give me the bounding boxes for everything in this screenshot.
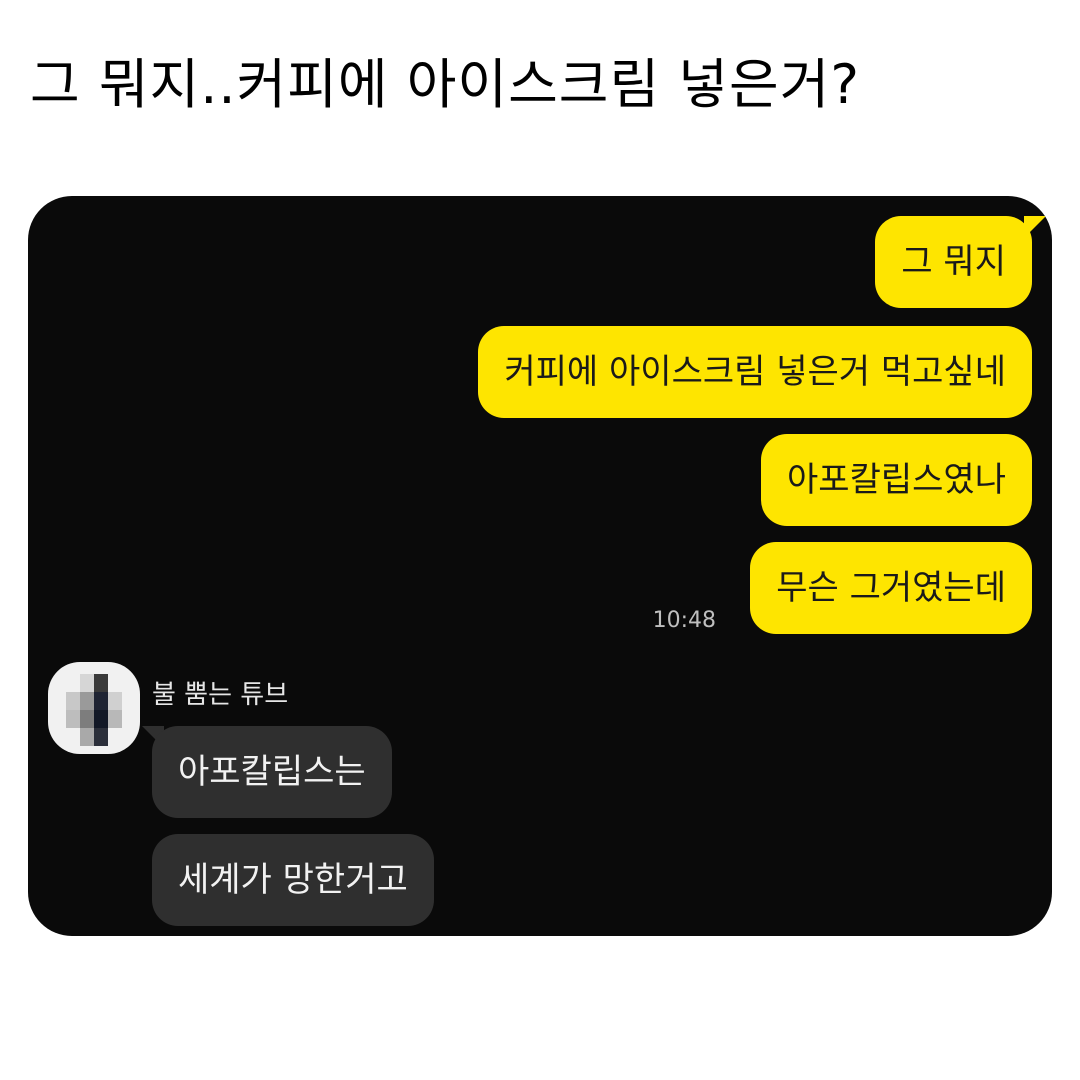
sender-avatar[interactable]	[48, 662, 140, 754]
sender-name: 불 뿜는 튜브	[152, 680, 289, 710]
post: 그 뭐지..커피에 아이스크림 넣은거? 그 뭐지 커피에 아이스크림 넣은거 …	[0, 0, 1080, 1080]
post-title: 그 뭐지..커피에 아이스크림 넣은거?	[30, 53, 861, 116]
sent-message-bubble[interactable]: 무슨 그거였는데	[750, 542, 1032, 634]
message-timestamp: 10:48	[652, 608, 716, 633]
sent-message-bubble[interactable]: 그 뭐지	[875, 216, 1032, 308]
chat-screenshot: 그 뭐지 커피에 아이스크림 넣은거 먹고싶네 아포칼립스였나 무슨 그거였는데…	[28, 196, 1052, 936]
sent-message-bubble[interactable]: 아포칼립스였나	[761, 434, 1032, 526]
received-message-bubble[interactable]: 아포칼립스는	[152, 726, 392, 818]
received-message-bubble[interactable]: 세계가 망한거고	[152, 834, 434, 926]
sent-message-bubble[interactable]: 커피에 아이스크림 넣은거 먹고싶네	[478, 326, 1032, 418]
